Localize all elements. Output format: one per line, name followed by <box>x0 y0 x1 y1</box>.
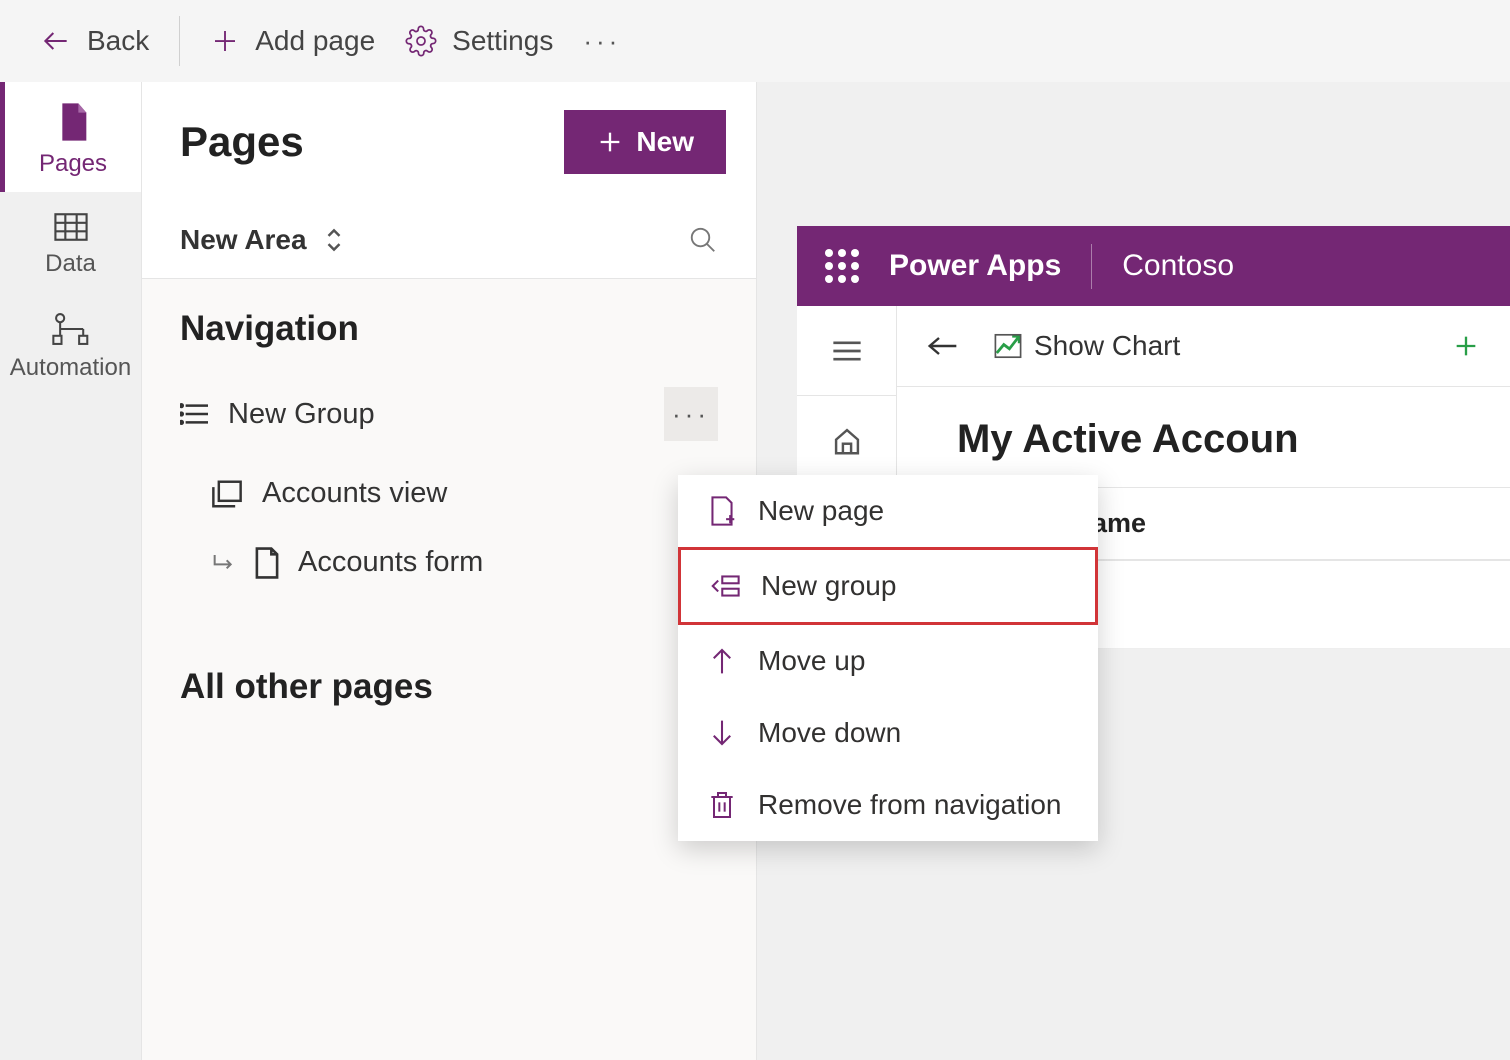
plus-icon[interactable] <box>1452 332 1480 360</box>
plus-icon <box>596 128 624 156</box>
grid-icon <box>54 212 88 242</box>
back-button[interactable]: Back <box>40 25 149 57</box>
pages-panel: Pages New New Area Navigation New Group … <box>142 82 757 1060</box>
menu-remove[interactable]: Remove from navigation <box>678 769 1098 841</box>
new-group-icon <box>710 574 740 598</box>
chevron-updown-icon <box>323 226 345 254</box>
show-chart-button[interactable]: Show Chart <box>994 330 1180 362</box>
nav-accounts-view-label: Accounts view <box>262 477 447 510</box>
other-pages-section-title: All other pages <box>142 637 756 727</box>
rail-pages-label: Pages <box>39 150 107 178</box>
menu-move-up-label: Move up <box>758 645 865 677</box>
sitemap-toggle[interactable] <box>797 306 896 396</box>
rail-data[interactable]: Data <box>0 192 141 292</box>
waffle-icon[interactable] <box>825 249 859 283</box>
indent-arrow-icon <box>212 553 236 573</box>
panel-header: Pages New <box>142 82 756 202</box>
menu-move-down-label: Move down <box>758 717 901 749</box>
home-icon <box>832 427 862 455</box>
flow-icon <box>52 312 90 346</box>
menu-new-page-label: New page <box>758 495 884 527</box>
area-label: New Area <box>180 224 307 256</box>
nav-group-item[interactable]: New Group ··· <box>142 369 756 459</box>
views-icon <box>212 480 242 508</box>
rail-data-label: Data <box>45 250 96 278</box>
back-label: Back <box>87 25 149 57</box>
navigation-section-title: Navigation <box>142 279 756 369</box>
area-selector[interactable]: New Area <box>142 202 756 279</box>
arrow-down-icon <box>711 719 733 747</box>
left-rail: Pages Data Automation <box>0 82 142 1060</box>
nav-accounts-form[interactable]: Accounts form <box>142 528 756 597</box>
rail-automation[interactable]: Automation <box>0 292 141 396</box>
sitemap-home[interactable] <box>797 396 896 486</box>
app-name: Power Apps <box>889 249 1061 283</box>
hamburger-icon <box>832 340 862 362</box>
menu-move-up[interactable]: Move up <box>678 625 1098 697</box>
form-icon <box>254 547 280 579</box>
arrow-up-icon <box>711 647 733 675</box>
menu-new-group-label: New group <box>761 570 896 602</box>
settings-button[interactable]: Settings <box>405 25 553 57</box>
new-page-icon <box>709 496 735 526</box>
context-menu: New page New group Move up Move down Rem… <box>678 475 1098 841</box>
more-toolbar-button[interactable]: ··· <box>583 26 621 57</box>
search-icon[interactable] <box>688 225 718 255</box>
new-button[interactable]: New <box>564 110 726 174</box>
app-header: Power Apps Contoso <box>797 226 1510 306</box>
add-page-button[interactable]: Add page <box>210 25 375 57</box>
add-page-label: Add page <box>255 25 375 57</box>
group-more-button[interactable]: ··· <box>664 387 718 441</box>
panel-title: Pages <box>180 118 304 166</box>
page-icon <box>57 102 89 142</box>
new-button-label: New <box>636 126 694 158</box>
trash-icon <box>710 791 734 819</box>
nav-accounts-form-label: Accounts form <box>298 546 483 579</box>
rail-pages[interactable]: Pages <box>0 82 141 192</box>
divider <box>1091 244 1092 289</box>
rail-automation-label: Automation <box>10 354 131 382</box>
arrow-left-icon <box>40 25 72 57</box>
back-arrow-icon[interactable] <box>927 334 959 358</box>
divider <box>179 16 180 66</box>
top-toolbar: Back Add page Settings ··· <box>0 0 1510 82</box>
gear-icon <box>405 25 437 57</box>
nav-accounts-view[interactable]: Accounts view <box>142 459 756 528</box>
menu-new-group[interactable]: New group <box>678 547 1098 625</box>
view-title: My Active Accoun <box>897 387 1510 487</box>
settings-label: Settings <box>452 25 553 57</box>
show-chart-label: Show Chart <box>1034 330 1180 362</box>
menu-remove-label: Remove from navigation <box>758 789 1061 821</box>
plus-icon <box>210 26 240 56</box>
menu-move-down[interactable]: Move down <box>678 697 1098 769</box>
ellipsis-icon: ··· <box>672 399 710 430</box>
preview-toolbar: Show Chart <box>897 306 1510 387</box>
menu-new-page[interactable]: New page <box>678 475 1098 547</box>
list-icon <box>180 402 208 426</box>
nav-group-label: New Group <box>228 398 644 431</box>
app-env: Contoso <box>1122 249 1234 283</box>
chart-icon <box>994 333 1022 359</box>
